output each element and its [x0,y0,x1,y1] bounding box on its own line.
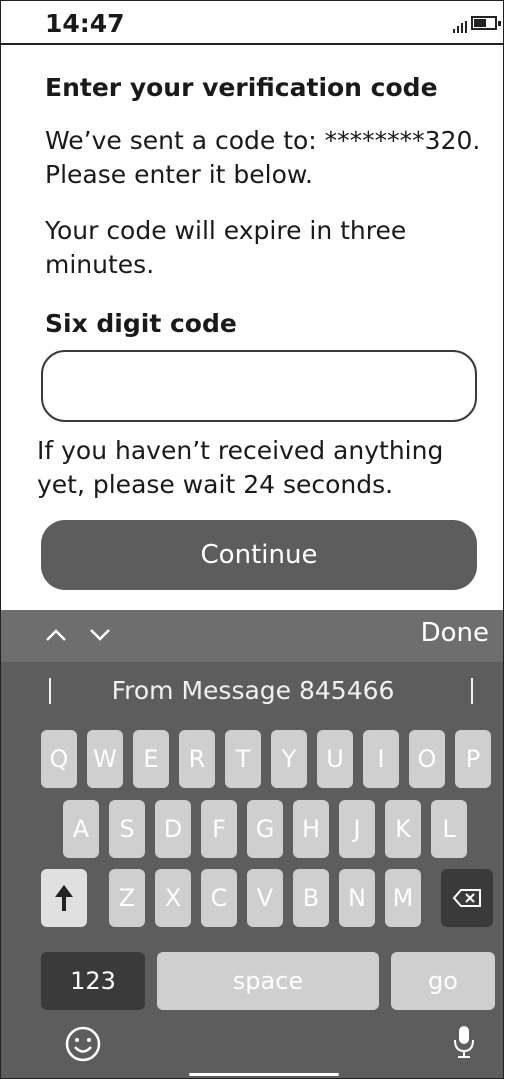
shift-key[interactable] [41,869,87,927]
microphone-icon[interactable] [453,1024,475,1060]
key-r[interactable]: R [179,730,215,788]
key-b[interactable]: B [293,869,329,927]
key-a[interactable]: A [63,800,99,858]
keyboard: From Message 845466 Q W E R T Y U I O P … [1,662,503,1078]
key-s[interactable]: S [109,800,145,858]
key-z[interactable]: Z [109,869,145,927]
key-j[interactable]: J [339,800,375,858]
battery-icon [471,16,501,30]
key-k[interactable]: K [385,800,421,858]
key-f[interactable]: F [201,800,237,858]
wait-text-line2: yet, please wait 24 seconds. [37,470,394,499]
phone-screen: 14:47 Enter your verification code We’ve… [0,0,504,1079]
expire-text-line1: Your code will expire in three [45,216,407,245]
expire-text-line2: minutes. [45,250,155,279]
key-h[interactable]: H [293,800,329,858]
suggestion-bar: From Message 845466 [1,662,503,724]
code-suggestion[interactable]: From Message 845466 [1,676,503,705]
code-field-label: Six digit code [45,309,237,338]
key-t[interactable]: T [225,730,261,788]
backspace-key[interactable] [441,869,493,927]
done-button[interactable]: Done [421,618,489,648]
emoji-icon[interactable] [65,1026,101,1062]
key-u[interactable]: U [317,730,353,788]
key-e[interactable]: E [133,730,169,788]
key-q[interactable]: Q [41,730,77,788]
go-key[interactable]: go [391,952,495,1010]
signal-icon [453,21,467,33]
key-c[interactable]: C [201,869,237,927]
key-x[interactable]: X [155,869,191,927]
status-bar: 14:47 [1,1,503,45]
key-v[interactable]: V [247,869,283,927]
shift-icon [55,885,73,911]
sent-text-line1: We’ve sent a code to: ********320. [45,126,481,155]
code-input[interactable] [41,350,477,422]
key-w[interactable]: W [87,730,123,788]
key-y[interactable]: Y [271,730,307,788]
key-n[interactable]: N [339,869,375,927]
key-o[interactable]: O [409,730,445,788]
continue-button[interactable]: Continue [41,520,477,590]
keyboard-accessory-bar: Done [1,610,503,662]
key-m[interactable]: M [385,869,421,927]
sent-text-line2: Please enter it below. [45,160,313,189]
home-indicator[interactable] [189,1073,339,1076]
key-i[interactable]: I [363,730,399,788]
key-g[interactable]: G [247,800,283,858]
numbers-key[interactable]: 123 [41,952,145,1010]
chevron-up-icon[interactable] [45,624,67,646]
backspace-icon [452,889,481,907]
key-l[interactable]: L [431,800,467,858]
suggestion-separator [471,678,473,704]
key-d[interactable]: D [155,800,191,858]
key-p[interactable]: P [455,730,491,788]
page-title: Enter your verification code [45,73,438,102]
wait-text-line1: If you haven’t received anything [37,436,444,465]
status-time: 14:47 [45,9,125,38]
space-key[interactable]: space [157,952,379,1010]
chevron-down-icon[interactable] [89,624,111,646]
